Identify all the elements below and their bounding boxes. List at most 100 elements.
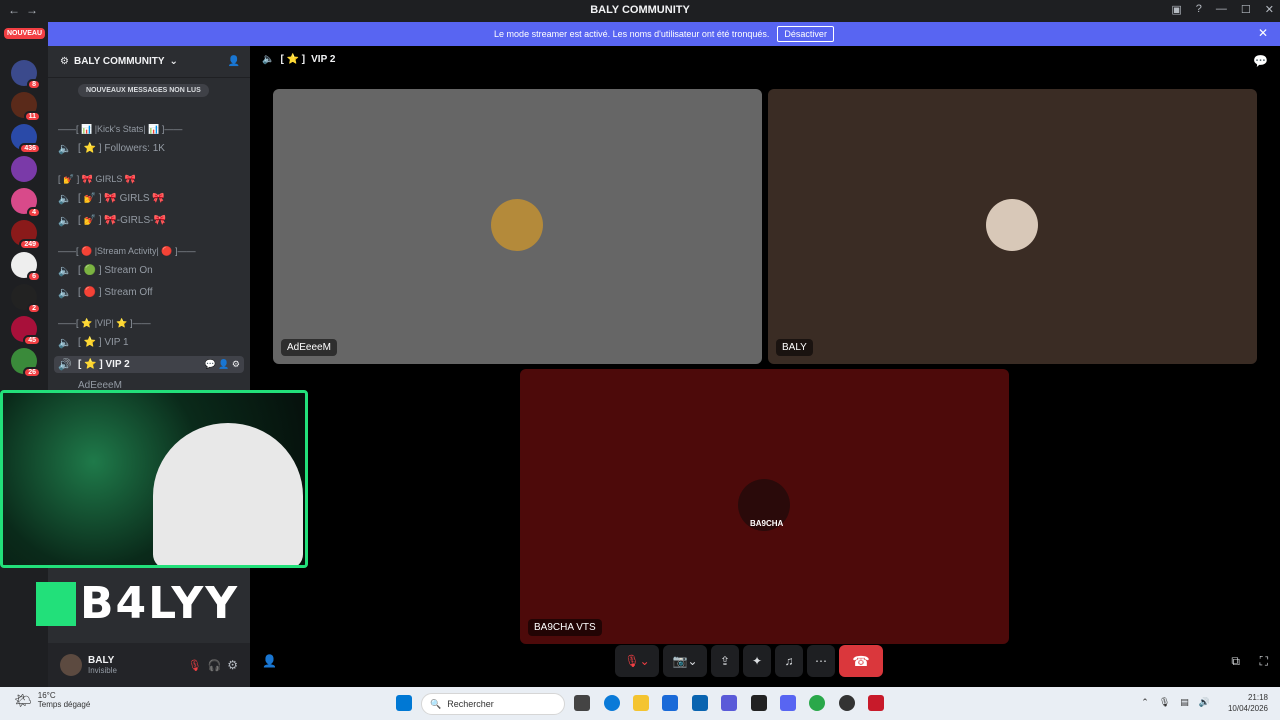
server-icon[interactable]: 45 bbox=[11, 316, 41, 346]
close-banner-icon[interactable]: ✕ bbox=[1258, 26, 1268, 40]
weather-desc: Temps dégagé bbox=[37, 700, 91, 709]
share-screen-button[interactable]: ⇪ bbox=[711, 645, 739, 677]
server-icon[interactable]: 2 bbox=[11, 284, 41, 314]
window-title: BALY COMMUNITY bbox=[590, 4, 690, 16]
server-icon[interactable]: 6 bbox=[11, 252, 41, 282]
participant-tile[interactable]: BALY bbox=[768, 89, 1257, 364]
weather-icon: 🌤 bbox=[14, 691, 32, 708]
channel-stream-off[interactable]: 🔈[ 🔴 ] Stream Off bbox=[58, 286, 153, 299]
server-icon[interactable]: 8 bbox=[11, 60, 41, 90]
server-icon[interactable]: 4 bbox=[11, 188, 41, 218]
edge-icon[interactable] bbox=[604, 695, 620, 711]
activities-button[interactable]: ✦ bbox=[743, 645, 771, 677]
speaker-icon: 🔈 bbox=[58, 287, 72, 299]
help-icon[interactable]: ? bbox=[1196, 3, 1202, 16]
discord-icon[interactable] bbox=[780, 695, 796, 711]
wifi-icon: ▤ bbox=[1180, 697, 1189, 707]
fullscreen-icon[interactable]: ⛶ bbox=[1260, 654, 1268, 669]
clock-time: 21:18 bbox=[1247, 693, 1268, 702]
window-titlebar: ←→ BALY COMMUNITY ▣ ? — ☐ ✕ bbox=[0, 0, 1280, 22]
server-icon[interactable] bbox=[11, 156, 37, 182]
logo-mark bbox=[36, 581, 76, 626]
taskbar-search[interactable]: 🔍 Rechercher bbox=[421, 693, 565, 715]
acrobat-icon[interactable] bbox=[868, 695, 884, 711]
server-icon[interactable]: 26 bbox=[11, 348, 41, 378]
mic-icon: 🎙 bbox=[1158, 697, 1171, 707]
server-header[interactable]: ⚙ BALY COMMUNITY ⌄ 👤 bbox=[48, 46, 250, 78]
window-controls: ▣ ? — ☐ ✕ bbox=[1171, 3, 1274, 16]
channel-vip-1[interactable]: 🔈[ ⭐ ] VIP 1 bbox=[58, 336, 129, 349]
start-icon[interactable] bbox=[396, 695, 412, 711]
channel-prefix: [ ⭐ ] bbox=[280, 54, 306, 65]
new-messages-pill[interactable]: NOUVEAUX MESSAGES NON LUS bbox=[78, 84, 209, 97]
chrome-icon[interactable] bbox=[809, 695, 825, 711]
category-stream-activity[interactable]: ——[ 🔴 |Stream Activity| 🔴 ]—— bbox=[58, 246, 196, 257]
avatar[interactable] bbox=[60, 654, 82, 676]
add-people-icon[interactable]: 👤 bbox=[262, 654, 277, 668]
disconnect-button[interactable]: ☎ bbox=[839, 645, 883, 677]
speaker-icon: 🔈 bbox=[58, 337, 72, 349]
participant-name: BA9CHA VTS bbox=[528, 619, 602, 636]
teams-icon[interactable] bbox=[721, 695, 737, 711]
terminal-icon[interactable] bbox=[751, 695, 767, 711]
channel-followers[interactable]: 🔈[ ⭐ ] Followers: 1K bbox=[58, 142, 165, 155]
channel-vip-2[interactable]: 🔊[ ⭐ ] VIP 2 💬 👤 ⚙ bbox=[54, 356, 244, 373]
participant-tile[interactable]: BA9CHA BA9CHA VTS bbox=[520, 369, 1009, 644]
inbox-icon[interactable]: ▣ bbox=[1171, 3, 1181, 16]
search-icon: 🔍 bbox=[430, 698, 442, 709]
weather-widget[interactable]: 🌤 16°C Temps dégagé bbox=[14, 691, 90, 709]
disable-streamer-button[interactable]: Désactiver bbox=[777, 26, 834, 42]
camera-button[interactable]: 📷⌄ bbox=[663, 645, 707, 677]
participant-tile[interactable]: AdEeeeM bbox=[273, 89, 762, 364]
category-vip[interactable]: ——[ ⭐ |VIP| ⭐ ]—— bbox=[58, 318, 151, 329]
channel-girls-1[interactable]: 🔈[ 💅 ] 🎀 GIRLS 🎀 bbox=[58, 192, 165, 205]
chat-icon[interactable]: 💬 bbox=[1253, 54, 1268, 68]
mute-icon[interactable]: 🎙 bbox=[188, 659, 202, 672]
search-placeholder: Rechercher bbox=[447, 699, 494, 709]
popout-icon[interactable]: ⧉ bbox=[1231, 654, 1240, 669]
avatar bbox=[986, 199, 1038, 251]
channel-action-icons[interactable]: 💬 👤 ⚙ bbox=[205, 359, 240, 370]
participant-name: AdEeeeM bbox=[281, 339, 337, 356]
new-badge: NOUVEAU bbox=[4, 28, 46, 39]
weather-temp: 16°C bbox=[37, 691, 56, 700]
task-view-icon[interactable] bbox=[574, 695, 590, 711]
avatar-caption: BA9CHA bbox=[750, 519, 784, 528]
close-window-button[interactable]: ✕ bbox=[1265, 3, 1274, 16]
streamer-figure bbox=[153, 423, 303, 565]
clock[interactable]: 21:18 10/04/2026 bbox=[1228, 692, 1268, 714]
obs-icon[interactable] bbox=[839, 695, 855, 711]
avatar bbox=[491, 199, 543, 251]
settings-gear-icon[interactable]: ⚙ bbox=[227, 658, 238, 672]
outlook-icon[interactable] bbox=[692, 695, 708, 711]
clock-date: 10/04/2026 bbox=[1227, 704, 1268, 713]
speaker-icon: 🔈 bbox=[58, 215, 72, 227]
speaker-icon: 🔈 bbox=[58, 193, 72, 205]
server-icon[interactable]: 436 bbox=[11, 124, 41, 154]
server-icon[interactable]: 249 bbox=[11, 220, 41, 250]
minimize-button[interactable]: — bbox=[1216, 3, 1227, 16]
channel-stream-on[interactable]: 🔈[ 🟢 ] Stream On bbox=[58, 264, 153, 277]
maximize-button[interactable]: ☐ bbox=[1241, 3, 1251, 16]
soundboard-button[interactable]: ♫ bbox=[775, 645, 803, 677]
channel-title: VIP 2 bbox=[311, 54, 336, 65]
logo-text: B4LYY bbox=[80, 578, 240, 629]
category-kick-stats[interactable]: ——[ 📊 |Kick's Stats| 📊 ]—— bbox=[58, 124, 182, 135]
more-options-button[interactable]: ⋯ bbox=[807, 645, 835, 677]
call-controls: 🎙⌄ 📷⌄ ⇪ ✦ ♫ ⋯ ☎ bbox=[615, 645, 899, 677]
speaker-icon: 🔈 bbox=[262, 54, 275, 65]
mute-mic-button[interactable]: 🎙⌄ bbox=[615, 645, 659, 677]
participant-name: BALY bbox=[776, 339, 813, 356]
user-name: BALY bbox=[88, 655, 115, 666]
deafen-icon[interactable]: 🎧 bbox=[208, 659, 222, 672]
server-icon[interactable]: 11 bbox=[11, 92, 41, 122]
speaker-icon: 🔈 bbox=[58, 143, 72, 155]
system-tray[interactable]: ⌃ 🎙 ▤ 🔊 bbox=[1141, 697, 1210, 708]
add-member-icon[interactable]: 👤 bbox=[228, 56, 240, 67]
store-icon[interactable] bbox=[662, 695, 678, 711]
chevron-up-icon[interactable]: ⌃ bbox=[1141, 697, 1149, 708]
file-explorer-icon[interactable] bbox=[633, 695, 649, 711]
category-girls[interactable]: [ 💅 ] 🎀 GIRLS 🎀 bbox=[58, 174, 136, 185]
volume-icon: 🔊 bbox=[1198, 697, 1210, 707]
channel-girls-2[interactable]: 🔈[ 💅 ] 🎀-GIRLS-🎀 bbox=[58, 214, 166, 227]
